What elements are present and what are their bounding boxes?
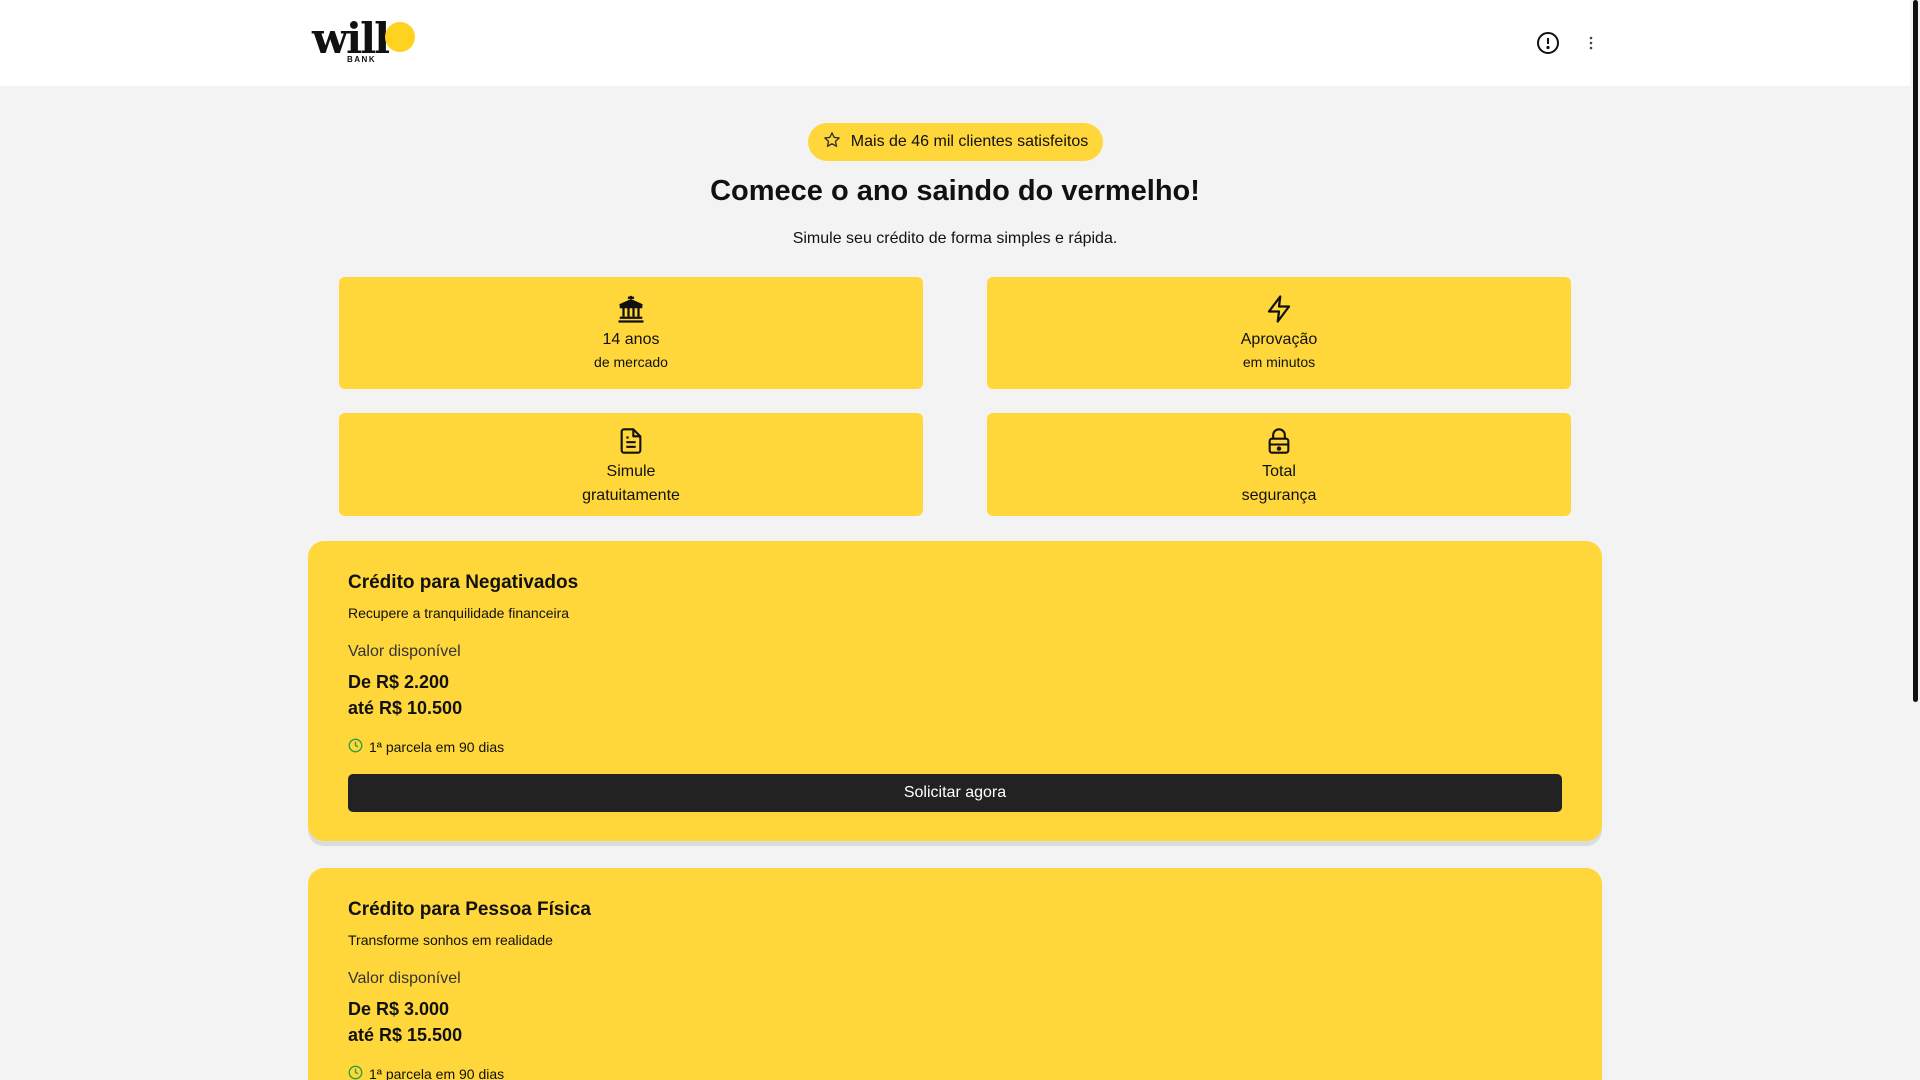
feature-fast-approval: Aprovação em minutos — [987, 277, 1571, 389]
feature-line2: de mercado — [594, 354, 668, 370]
offer-value-label: Valor disponível — [348, 970, 461, 987]
offer-subtitle: Recupere a tranquilidade financeira — [348, 605, 570, 621]
top-header: will BANK — [0, 0, 1910, 86]
feature-line1: Aprovação — [1240, 331, 1318, 348]
lock-icon — [1265, 425, 1293, 457]
page-scrollbar[interactable] — [1910, 0, 1920, 1080]
feature-security: Total segurança — [987, 413, 1571, 516]
star-icon — [823, 131, 841, 154]
badge-text: Mais de 46 mil clientes satisfeitos — [850, 133, 1089, 150]
offer-title: Crédito para Pessoa Física — [348, 899, 591, 920]
note-text: 1ª parcela em 90 dias — [369, 1066, 505, 1080]
logo-dot — [385, 22, 415, 52]
offer-value-max: até R$ 15.500 — [348, 1025, 463, 1045]
more-vertical-icon[interactable] — [1576, 28, 1606, 58]
offer-card-negativados: Crédito para Negativados Recupere a tran… — [308, 541, 1602, 841]
note-text: 1ª parcela em 90 dias — [369, 739, 505, 755]
offer-value-max: até R$ 10.500 — [348, 698, 463, 718]
feature-line2: em minutos — [1242, 354, 1316, 370]
offer-first-installment-note: 1ª parcela em 90 dias — [348, 738, 504, 756]
feature-line2: segurança — [1241, 487, 1317, 504]
feature-line1: Total — [1262, 463, 1296, 480]
scrollbar-thumb[interactable] — [1913, 0, 1918, 702]
request-now-button[interactable]: Solicitar agora — [348, 774, 1562, 812]
offer-value-min: De R$ 2.200 — [348, 672, 450, 692]
document-icon — [617, 425, 645, 457]
bank-icon — [616, 293, 646, 325]
offer-subtitle: Transforme sonhos em realidade — [348, 932, 553, 948]
feature-free-simulation: Simule gratuitamente — [339, 413, 923, 516]
feature-line2: gratuitamente — [582, 487, 680, 504]
offer-card-pessoa-fisica: Crédito para Pessoa Física Transforme so… — [308, 868, 1602, 1080]
page-subtitle: Simule seu crédito de forma simples e rá… — [792, 230, 1118, 247]
offer-first-installment-note: 1ª parcela em 90 dias — [348, 1065, 504, 1080]
offer-value-min: De R$ 3.000 — [348, 999, 450, 1019]
feature-line1: Simule — [606, 463, 656, 480]
page-title: Comece o ano saindo do vermelho! — [710, 175, 1200, 207]
clock-icon — [348, 1065, 363, 1080]
offer-title: Crédito para Negativados — [348, 572, 579, 593]
lightning-icon — [1264, 293, 1294, 325]
satisfied-clients-badge: Mais de 46 mil clientes satisfeitos — [808, 123, 1103, 161]
feature-line1: 14 anos — [602, 331, 660, 348]
clock-icon — [348, 738, 363, 756]
logo-subtext: BANK — [347, 55, 377, 64]
feature-market-years: 14 anos de mercado — [339, 277, 923, 389]
will-bank-logo[interactable]: will BANK — [312, 14, 416, 66]
offer-value-label: Valor disponível — [348, 643, 461, 660]
alert-circle-icon[interactable] — [1533, 28, 1563, 58]
